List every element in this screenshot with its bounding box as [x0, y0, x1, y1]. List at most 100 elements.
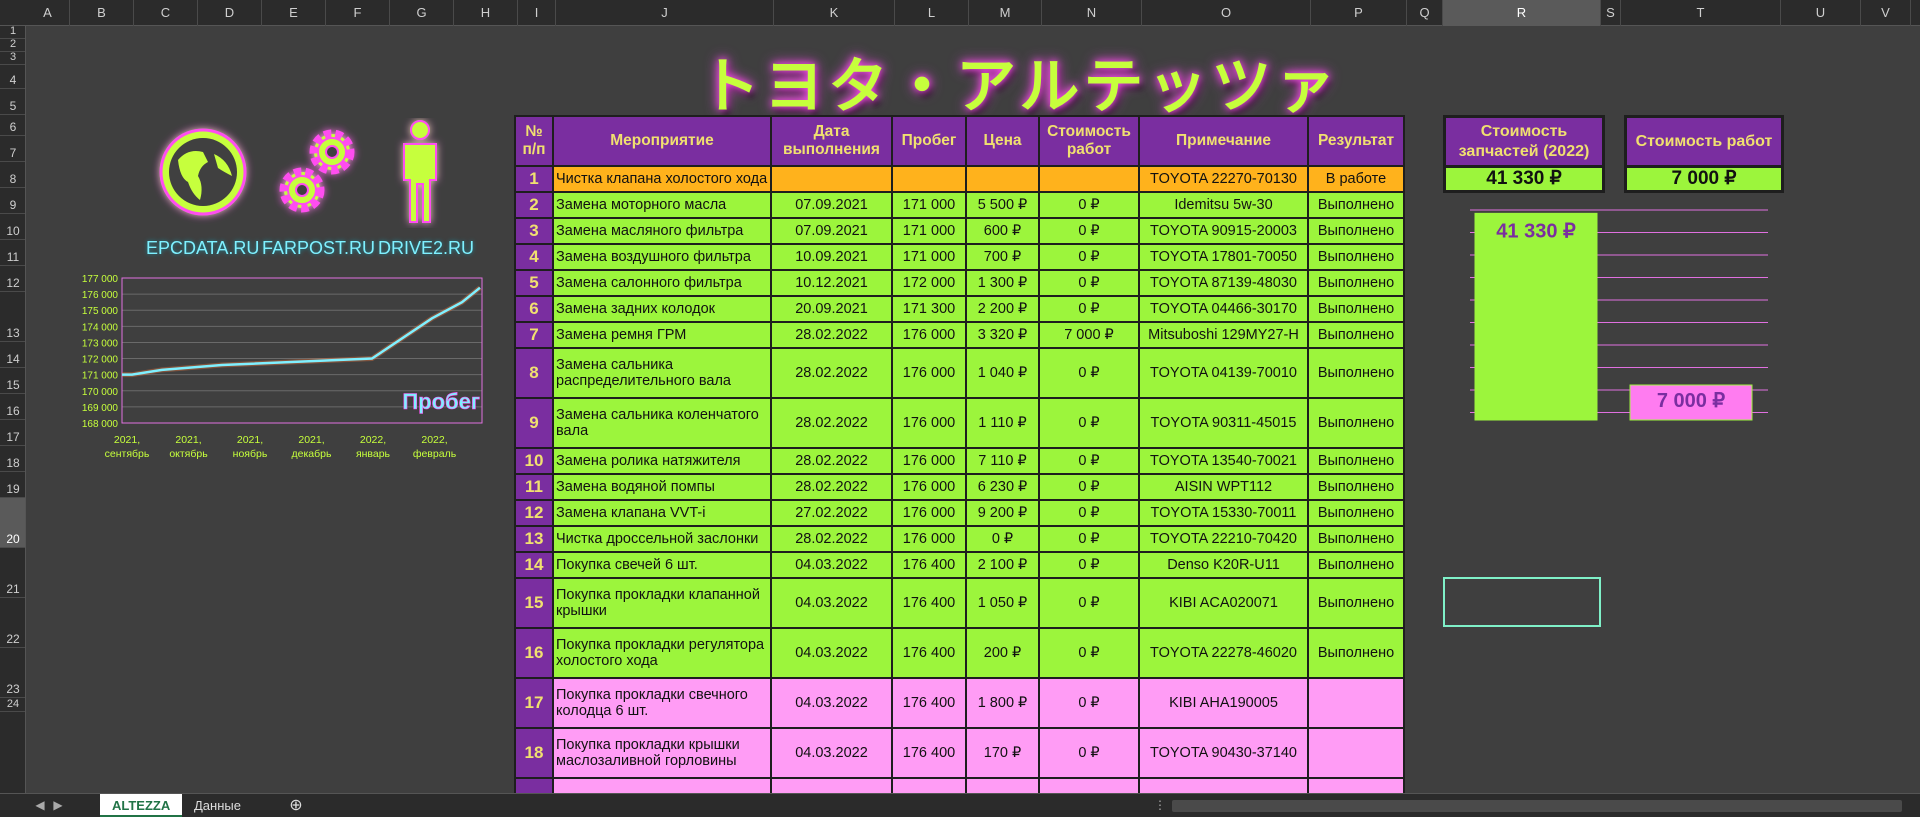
- table-row[interactable]: 12 Замена клапана VVT-i 27.02.2022 176 000 9…: [514, 499, 1405, 527]
- table-row[interactable]: 18 Покупка прокладки крышки маслозаливной…: [514, 727, 1405, 779]
- work-cost-cell[interactable]: 0 ₽: [1038, 217, 1140, 245]
- date-cell[interactable]: 07.09.2021: [770, 191, 893, 219]
- date-cell[interactable]: 04.03.2022: [770, 627, 893, 679]
- tab-next-icon[interactable]: ▶: [48, 794, 68, 817]
- mileage-cell[interactable]: 176 400: [891, 727, 967, 779]
- price-cell[interactable]: [965, 165, 1040, 193]
- note-cell[interactable]: TOYOTA 22278-46020: [1138, 627, 1309, 679]
- row-header[interactable]: 9: [0, 188, 25, 214]
- work-cost-cell[interactable]: 0 ₽: [1038, 551, 1140, 579]
- note-cell[interactable]: TOYOTA 87139-48030: [1138, 269, 1309, 297]
- row-number[interactable]: 2: [514, 191, 554, 219]
- cost-chart[interactable]: 41 330 ₽ 7 000 ₽: [1450, 205, 1780, 425]
- mileage-cell[interactable]: 176 400: [891, 627, 967, 679]
- column-header[interactable]: F: [326, 0, 390, 26]
- result-cell[interactable]: Выполнено: [1307, 447, 1405, 475]
- mileage-cell[interactable]: [891, 165, 967, 193]
- price-cell[interactable]: 6 230 ₽: [965, 473, 1040, 501]
- price-cell[interactable]: 1 300 ₽: [965, 269, 1040, 297]
- table-row[interactable]: 3 Замена масляного фильтра 07.09.2021 171 0…: [514, 217, 1405, 245]
- column-header[interactable]: D: [198, 0, 262, 26]
- event-cell[interactable]: Чистка дроссельной заслонки: [552, 525, 772, 553]
- date-cell[interactable]: 10.12.2021: [770, 269, 893, 297]
- result-cell[interactable]: [1307, 677, 1405, 729]
- mileage-cell[interactable]: 176 400: [891, 577, 967, 629]
- date-cell[interactable]: 28.02.2022: [770, 525, 893, 553]
- result-cell[interactable]: Выполнено: [1307, 217, 1405, 245]
- note-cell[interactable]: Denso K20R-U11: [1138, 551, 1309, 579]
- price-cell[interactable]: 170 ₽: [965, 727, 1040, 779]
- note-cell[interactable]: TOYOTA 22210-70420: [1138, 525, 1309, 553]
- mileage-cell[interactable]: 171 000: [891, 191, 967, 219]
- column-header[interactable]: C: [134, 0, 198, 26]
- tab-prev-icon[interactable]: ◀: [30, 794, 50, 817]
- column-header[interactable]: V: [1861, 0, 1911, 26]
- event-cell[interactable]: Замена сальника коленчатого вала: [552, 397, 772, 449]
- price-cell[interactable]: 7 110 ₽: [965, 447, 1040, 475]
- work-cost-cell[interactable]: 7 000 ₽: [1038, 321, 1140, 349]
- price-cell[interactable]: 1 050 ₽: [965, 577, 1040, 629]
- row-header[interactable]: 15: [0, 368, 25, 394]
- note-cell[interactable]: KIBI ACA020071: [1138, 577, 1309, 629]
- row-number[interactable]: 14: [514, 551, 554, 579]
- date-cell[interactable]: 28.02.2022: [770, 397, 893, 449]
- column-header[interactable]: A: [26, 0, 70, 26]
- table-row[interactable]: 6 Замена задних колодок 20.09.2021 171 300 2…: [514, 295, 1405, 323]
- column-header[interactable]: B: [70, 0, 134, 26]
- table-row[interactable]: 11 Замена водяной помпы 28.02.2022 176 000 6…: [514, 473, 1405, 501]
- work-cost-cell[interactable]: 0 ₽: [1038, 243, 1140, 271]
- date-cell[interactable]: 04.03.2022: [770, 677, 893, 729]
- tab-data[interactable]: Данные: [182, 794, 253, 817]
- horizontal-scrollbar[interactable]: [1172, 800, 1902, 812]
- event-cell[interactable]: Замена ремня ГРМ: [552, 321, 772, 349]
- note-cell[interactable]: TOYOTA 04139-70010: [1138, 347, 1309, 399]
- result-cell[interactable]: Выполнено: [1307, 321, 1405, 349]
- column-header[interactable]: R: [1443, 0, 1601, 26]
- result-cell[interactable]: Выполнено: [1307, 627, 1405, 679]
- table-row[interactable]: 9 Замена сальника коленчатого вала 28.02.2…: [514, 397, 1405, 449]
- price-cell[interactable]: 700 ₽: [965, 243, 1040, 271]
- date-cell[interactable]: 04.03.2022: [770, 727, 893, 779]
- row-header[interactable]: 17: [0, 420, 25, 446]
- event-cell[interactable]: Покупка прокладки регулятора холостого х…: [552, 627, 772, 679]
- event-cell[interactable]: Замена задних колодок: [552, 295, 772, 323]
- column-header[interactable]: N: [1042, 0, 1142, 26]
- row-header[interactable]: 14: [0, 342, 25, 368]
- row-header[interactable]: 10: [0, 214, 25, 240]
- row-number[interactable]: 1: [514, 165, 554, 193]
- bar[interactable]: [1474, 212, 1598, 421]
- date-cell[interactable]: 04.03.2022: [770, 577, 893, 629]
- event-cell[interactable]: Замена водяной помпы: [552, 473, 772, 501]
- row-number[interactable]: 6: [514, 295, 554, 323]
- row-number[interactable]: 18: [514, 727, 554, 779]
- row-number[interactable]: 10: [514, 447, 554, 475]
- column-header[interactable]: P: [1311, 0, 1407, 26]
- row-header[interactable]: 13: [0, 292, 25, 342]
- table-row[interactable]: 1 Чистка клапана холостого хода TOYOTA 222…: [514, 165, 1405, 193]
- more-icon[interactable]: ⋮: [1150, 794, 1170, 817]
- date-cell[interactable]: 28.02.2022: [770, 321, 893, 349]
- table-row[interactable]: 8 Замена сальника распределительного вала…: [514, 347, 1405, 399]
- mileage-chart[interactable]: 177 000 176 000 175 000 174 000 173 000 172 0…: [60, 268, 490, 468]
- work-cost-cell[interactable]: 0 ₽: [1038, 727, 1140, 779]
- mileage-cell[interactable]: 171 000: [891, 217, 967, 245]
- row-header[interactable]: 19: [0, 472, 25, 498]
- work-cost-cell[interactable]: 0 ₽: [1038, 473, 1140, 501]
- result-cell[interactable]: Выполнено: [1307, 243, 1405, 271]
- farpost-link[interactable]: FARPOST.RU: [262, 238, 375, 259]
- table-row[interactable]: 13 Чистка дроссельной заслонки 28.02.2022 1…: [514, 525, 1405, 553]
- mileage-cell[interactable]: 176 000: [891, 473, 967, 501]
- table-row[interactable]: 14 Покупка свечей 6 шт. 04.03.2022 176 400 2…: [514, 551, 1405, 579]
- result-cell[interactable]: В работе: [1307, 165, 1405, 193]
- row-header[interactable]: 11: [0, 240, 25, 266]
- price-cell[interactable]: 3 320 ₽: [965, 321, 1040, 349]
- row-number[interactable]: 8: [514, 347, 554, 399]
- row-header[interactable]: 7: [0, 136, 25, 162]
- table-row[interactable]: 16 Покупка прокладки регулятора холостого…: [514, 627, 1405, 679]
- result-cell[interactable]: Выполнено: [1307, 525, 1405, 553]
- result-cell[interactable]: [1307, 727, 1405, 779]
- row-header[interactable]: 6: [0, 115, 25, 136]
- mileage-cell[interactable]: 172 000: [891, 269, 967, 297]
- row-number[interactable]: 4: [514, 243, 554, 271]
- work-cost-cell[interactable]: 0 ₽: [1038, 191, 1140, 219]
